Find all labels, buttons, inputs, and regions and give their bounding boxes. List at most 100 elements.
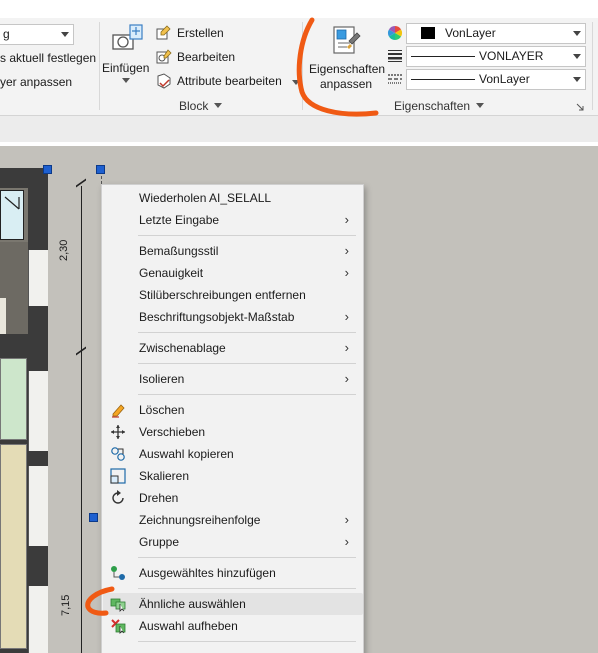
- linetype-dropdown[interactable]: VonLayer: [406, 69, 586, 90]
- block-group-label[interactable]: Block: [179, 99, 223, 113]
- linetype-preview: [411, 79, 475, 80]
- properties-group-label[interactable]: Eigenschaften: [394, 99, 485, 113]
- room-fill: [0, 444, 27, 649]
- panel-divider: [302, 22, 303, 110]
- menu-item-scale[interactable]: Skalieren: [103, 465, 363, 487]
- menu-separator: [138, 235, 356, 236]
- chevron-right-icon: ›: [344, 512, 349, 527]
- chevron-right-icon: ›: [344, 212, 349, 227]
- chevron-right-icon: ›: [344, 340, 349, 355]
- chevron-down-icon: [476, 103, 485, 108]
- eraser-icon: [112, 404, 125, 418]
- color-dropdown[interactable]: VonLayer: [406, 23, 586, 44]
- panel-launcher-icon[interactable]: [576, 103, 584, 111]
- lineweight-preview: [411, 56, 475, 57]
- match-properties-label-2: anpassen: [320, 77, 373, 91]
- match-properties-icon: [333, 26, 361, 54]
- match-properties-button[interactable]: Eigenschaften anpassen: [306, 21, 386, 93]
- menu-item-label: Auswahl aufheben: [139, 619, 238, 633]
- menu-item-draw-order[interactable]: Zeichnungsreihenfolge ›: [103, 509, 363, 531]
- menu-item-label: Genauigkeit: [139, 266, 204, 280]
- menu-item-move[interactable]: Verschieben: [103, 421, 363, 443]
- lineweight-icon: [388, 50, 402, 62]
- menu-item-select-similar[interactable]: Ähnliche auswählen: [103, 593, 363, 615]
- menu-item-rotate[interactable]: Drehen: [103, 487, 363, 509]
- menu-item-label: Ausgewähltes hinzufügen: [139, 566, 276, 580]
- block-create-button[interactable]: Erstellen: [156, 25, 266, 43]
- menu-item-annotative-scale[interactable]: Beschriftungsobjekt-Maßstab ›: [103, 306, 363, 328]
- insert-block-icon: [112, 24, 143, 50]
- select-similar-icon: [110, 598, 126, 612]
- color-dropdown-value: VonLayer: [445, 26, 496, 40]
- menu-separator: [138, 557, 356, 558]
- color-swatch: [421, 27, 435, 39]
- menu-item-deselect[interactable]: Auswahl aufheben: [103, 615, 363, 637]
- menu-item-isolate[interactable]: Isolieren ›: [103, 368, 363, 390]
- selection-grip[interactable]: [43, 165, 52, 174]
- window-frame: [28, 466, 48, 546]
- menu-item-add-selected[interactable]: Ausgewähltes hinzufügen: [103, 562, 363, 584]
- menu-item-label: Zwischenablage: [139, 341, 226, 355]
- ribbon-tab-strip: [0, 0, 598, 18]
- edit-block-icon: [156, 49, 172, 64]
- menu-separator: [138, 332, 356, 333]
- menu-item-precision[interactable]: Genauigkeit ›: [103, 262, 363, 284]
- menu-item-label: Zeichnungsreihenfolge: [139, 513, 261, 527]
- sink-symbol-icon: [4, 196, 20, 210]
- insert-label: Einfügen: [102, 61, 150, 75]
- menu-item-group[interactable]: Gruppe ›: [103, 531, 363, 553]
- properties-group-text: Eigenschaften: [394, 99, 471, 113]
- create-block-icon: [156, 25, 171, 40]
- deselect-icon: [111, 619, 126, 634]
- panel-divider: [592, 22, 593, 110]
- move-icon: [111, 425, 125, 439]
- menu-separator: [138, 394, 356, 395]
- menu-item-dimension-style[interactable]: Bemaßungsstil ›: [103, 240, 363, 262]
- chevron-down-icon: [573, 77, 581, 82]
- layer-set-current-button[interactable]: s aktuell festlegen: [0, 51, 96, 65]
- menu-item-recent-input[interactable]: Letzte Eingabe ›: [103, 209, 363, 231]
- color-wheel-icon: [388, 26, 402, 40]
- menu-item-copy-selection[interactable]: Auswahl kopieren: [103, 443, 363, 465]
- chevron-right-icon: ›: [344, 371, 349, 386]
- block-edit-button[interactable]: Bearbeiten: [156, 49, 266, 67]
- attribute-edit-button[interactable]: Attribute bearbeiten: [156, 73, 300, 91]
- selection-grip[interactable]: [96, 165, 105, 174]
- chevron-right-icon: ›: [344, 534, 349, 549]
- layer-match-button[interactable]: yer anpassen: [0, 75, 72, 89]
- panel-divider: [99, 22, 100, 110]
- chevron-down-icon: [292, 80, 300, 85]
- context-menu: Wiederholen AI_SELALL Letzte Eingabe › Be…: [101, 184, 364, 653]
- block-create-label: Erstellen: [177, 26, 224, 40]
- layer-dropdown[interactable]: g: [0, 24, 74, 45]
- menu-item-clipboard[interactable]: Zwischenablage ›: [103, 337, 363, 359]
- insert-button[interactable]: Einfügen: [101, 20, 153, 90]
- attribute-edit-label: Attribute bearbeiten: [177, 74, 282, 88]
- menu-item-label: Auswahl kopieren: [139, 447, 234, 461]
- ribbon-panel: g s aktuell festlegen yer anpassen Einfü…: [0, 18, 598, 116]
- menu-item-label: Stilüberschreibungen entfernen: [139, 288, 306, 302]
- menu-item-label: Ähnliche auswählen: [139, 597, 246, 611]
- chevron-down-icon: [61, 32, 69, 37]
- menu-separator: [138, 363, 356, 364]
- lineweight-dropdown[interactable]: VONLAYER: [406, 46, 586, 67]
- menu-item-label: Wiederholen AI_SELALL: [139, 191, 272, 205]
- menu-item-label: Skalieren: [139, 469, 190, 483]
- scale-icon: [110, 468, 126, 484]
- selection-grip[interactable]: [89, 513, 98, 522]
- chevron-down-icon: [214, 103, 223, 108]
- menu-item-label: Beschriftungsobjekt-Maßstab: [139, 310, 295, 324]
- menu-item-remove-overrides[interactable]: Stilüberschreibungen entfernen: [103, 284, 363, 306]
- rotate-icon: [112, 490, 124, 504]
- room-fill: [0, 358, 27, 440]
- menu-item-repeat-selall[interactable]: Wiederholen AI_SELALL: [103, 187, 363, 209]
- menu-item-erase[interactable]: Löschen: [103, 399, 363, 421]
- chevron-down-icon: [122, 78, 130, 83]
- window-frame: [28, 371, 48, 451]
- chevron-down-icon: [573, 31, 581, 36]
- match-properties-label-1: Eigenschaften: [309, 62, 386, 76]
- menu-item-label: Bemaßungsstil: [139, 244, 219, 258]
- dimension-line: [81, 186, 82, 653]
- linetype-dropdown-value: VonLayer: [479, 72, 530, 86]
- menu-separator: [138, 588, 356, 589]
